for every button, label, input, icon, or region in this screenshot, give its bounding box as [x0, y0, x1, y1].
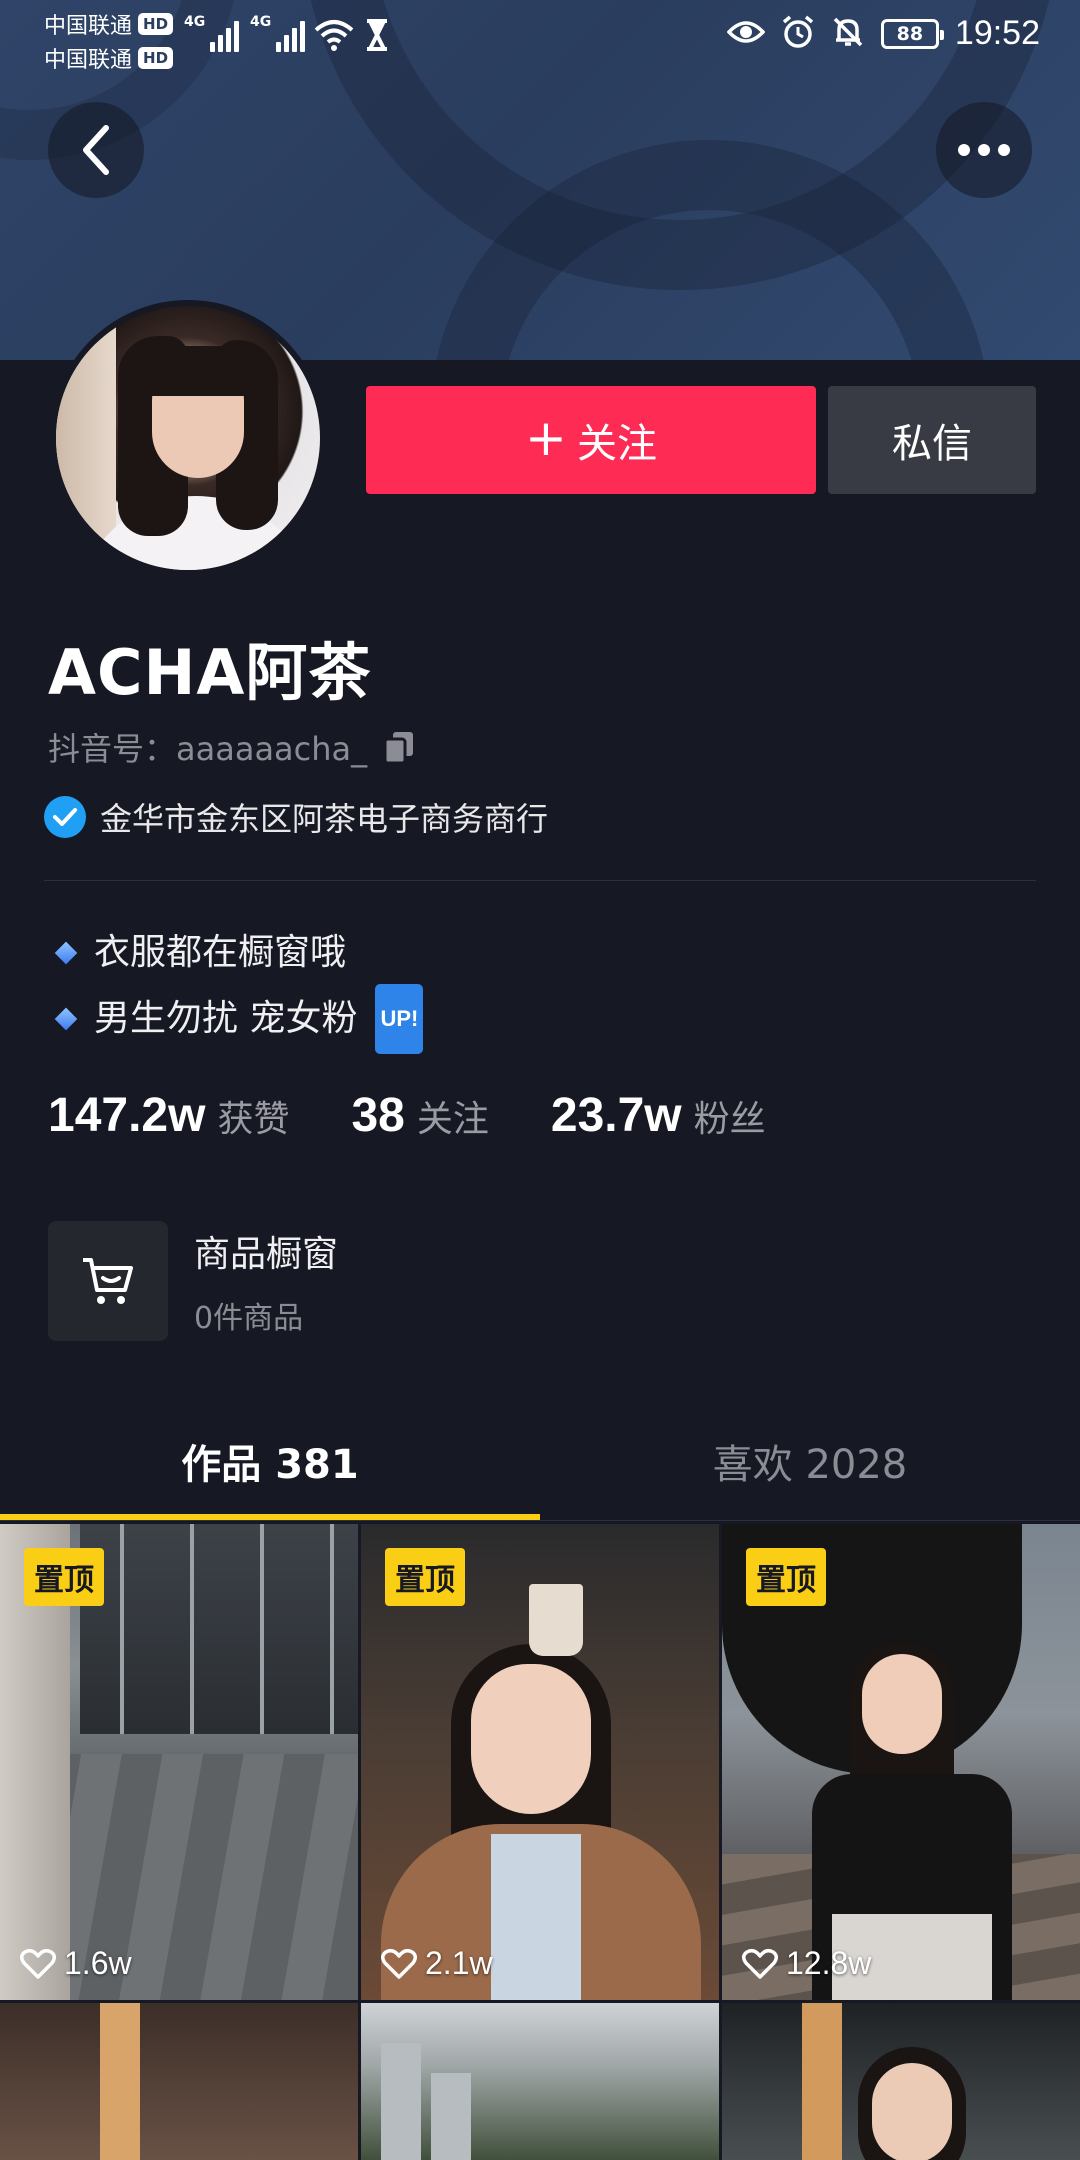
clock: 19:52: [954, 14, 1040, 52]
video-grid: 置顶 1.6w 置顶 2.1w 置顶 12.8w: [0, 1524, 1080, 2160]
pinned-badge: 置顶: [385, 1548, 465, 1606]
signal-icon: 4G: [184, 14, 240, 52]
follow-label: 关注: [576, 421, 657, 467]
stat-likes: 147.2w 获赞: [48, 1088, 289, 1143]
copy-icon[interactable]: [381, 729, 417, 765]
video-likes: 2.1w: [381, 1945, 493, 1982]
battery-icon: 88: [880, 18, 944, 49]
stat-label: 关注: [416, 1099, 489, 1140]
bio-line: 男生勿扰 宠女粉 UP!: [54, 984, 424, 1054]
hd-badge: HD: [138, 13, 174, 35]
video-thumbnail[interactable]: 置顶 1.6w: [0, 1524, 358, 2000]
diamond-icon: [54, 941, 78, 965]
likes-count: 12.8w: [786, 1945, 872, 1981]
carrier-2: 中国联通 HD: [44, 42, 174, 74]
stat-value: 147.2w: [48, 1089, 206, 1142]
carrier-1: 中国联通 HD: [44, 8, 174, 40]
video-likes: 1.6w: [20, 1945, 132, 1982]
profile-stats: 147.2w 获赞 38 关注 23.7w 粉丝: [48, 1088, 828, 1143]
shop-title: 商品橱窗: [194, 1234, 339, 1275]
shop-text: 商品橱窗 0件商品: [194, 1225, 338, 1337]
heart-icon: [742, 1948, 778, 1979]
douyin-id[interactable]: 抖音号：aaaaaacha_: [48, 724, 417, 770]
likes-count: 2.1w: [425, 1945, 493, 1981]
battery-level: 88: [896, 22, 924, 45]
verification-text: 金华市金东区阿茶电子商务商行: [100, 800, 549, 838]
carrier-name: 中国联通: [44, 48, 133, 73]
divider: [44, 880, 1036, 881]
message-button[interactable]: 私信: [828, 386, 1036, 494]
heart-icon: [381, 1948, 417, 1979]
stat-followers[interactable]: 23.7w 粉丝: [551, 1088, 766, 1143]
bio-text: 衣服都在橱窗哦: [94, 932, 347, 973]
carrier-name: 中国联通: [44, 14, 133, 39]
status-icons: 88 19:52: [726, 14, 1040, 53]
up-emoji-icon: UP!: [375, 984, 424, 1054]
diamond-icon: [54, 1007, 78, 1031]
video-thumbnail[interactable]: [722, 2003, 1080, 2160]
divider: [0, 1520, 1080, 1521]
stat-label: 粉丝: [693, 1099, 766, 1140]
more-dots-icon: [958, 144, 1010, 156]
network-type: 4G: [250, 14, 272, 30]
verified-check-icon: [44, 796, 86, 838]
video-likes: 12.8w: [742, 1945, 871, 1982]
video-thumbnail[interactable]: 置顶 12.8w: [722, 1524, 1080, 2000]
stat-value: 23.7w: [550, 1089, 682, 1142]
alarm-icon: [781, 15, 815, 53]
verification: 金华市金东区阿茶电子商务商行: [44, 794, 548, 840]
content-tabs: 作品 381 喜欢 2028: [0, 1400, 1080, 1522]
video-thumbnail[interactable]: 置顶 2.1w: [361, 1524, 719, 2000]
tab-likes[interactable]: 喜欢 2028: [540, 1400, 1080, 1522]
pinned-badge: 置顶: [746, 1548, 826, 1606]
hourglass-icon: [364, 18, 390, 56]
douyin-id-text: 抖音号：aaaaaacha_: [48, 730, 368, 768]
cart-icon: [48, 1221, 168, 1341]
profile-name: ACHA阿茶: [48, 636, 372, 709]
plus-icon: +: [525, 409, 567, 467]
signal-icon: 4G: [250, 14, 306, 52]
tab-works[interactable]: 作品 381: [0, 1400, 540, 1522]
video-thumbnail[interactable]: [0, 2003, 358, 2160]
bio: 衣服都在橱窗哦 男生勿扰 宠女粉 UP!: [54, 922, 424, 1054]
likes-count: 1.6w: [64, 1945, 132, 1981]
back-button[interactable]: [48, 102, 144, 198]
bio-text: 男生勿扰 宠女粉: [94, 998, 358, 1039]
follow-button[interactable]: + 关注: [366, 386, 816, 494]
wifi-icon: [314, 18, 354, 56]
more-button[interactable]: [936, 102, 1032, 198]
stat-label: 获赞: [217, 1099, 290, 1140]
message-label: 私信: [892, 421, 972, 467]
status-bar: 中国联通 HD 中国联通 HD 4G 4G 88 19:52: [0, 0, 1080, 74]
chevron-left-icon: [83, 125, 109, 175]
network-type: 4G: [184, 14, 206, 30]
heart-icon: [20, 1948, 56, 1979]
stat-value: 38: [351, 1089, 405, 1142]
bio-line: 衣服都在橱窗哦: [54, 922, 423, 984]
shop-window[interactable]: 商品橱窗 0件商品: [48, 1220, 648, 1342]
hd-badge: HD: [138, 47, 174, 69]
stat-following[interactable]: 38 关注: [351, 1088, 488, 1143]
pinned-badge: 置顶: [24, 1548, 104, 1606]
eye-icon: [726, 17, 766, 51]
shop-subtitle: 0件商品: [194, 1301, 304, 1336]
video-thumbnail[interactable]: [361, 2003, 719, 2160]
avatar[interactable]: [50, 300, 326, 576]
mute-bell-icon: [831, 15, 865, 53]
